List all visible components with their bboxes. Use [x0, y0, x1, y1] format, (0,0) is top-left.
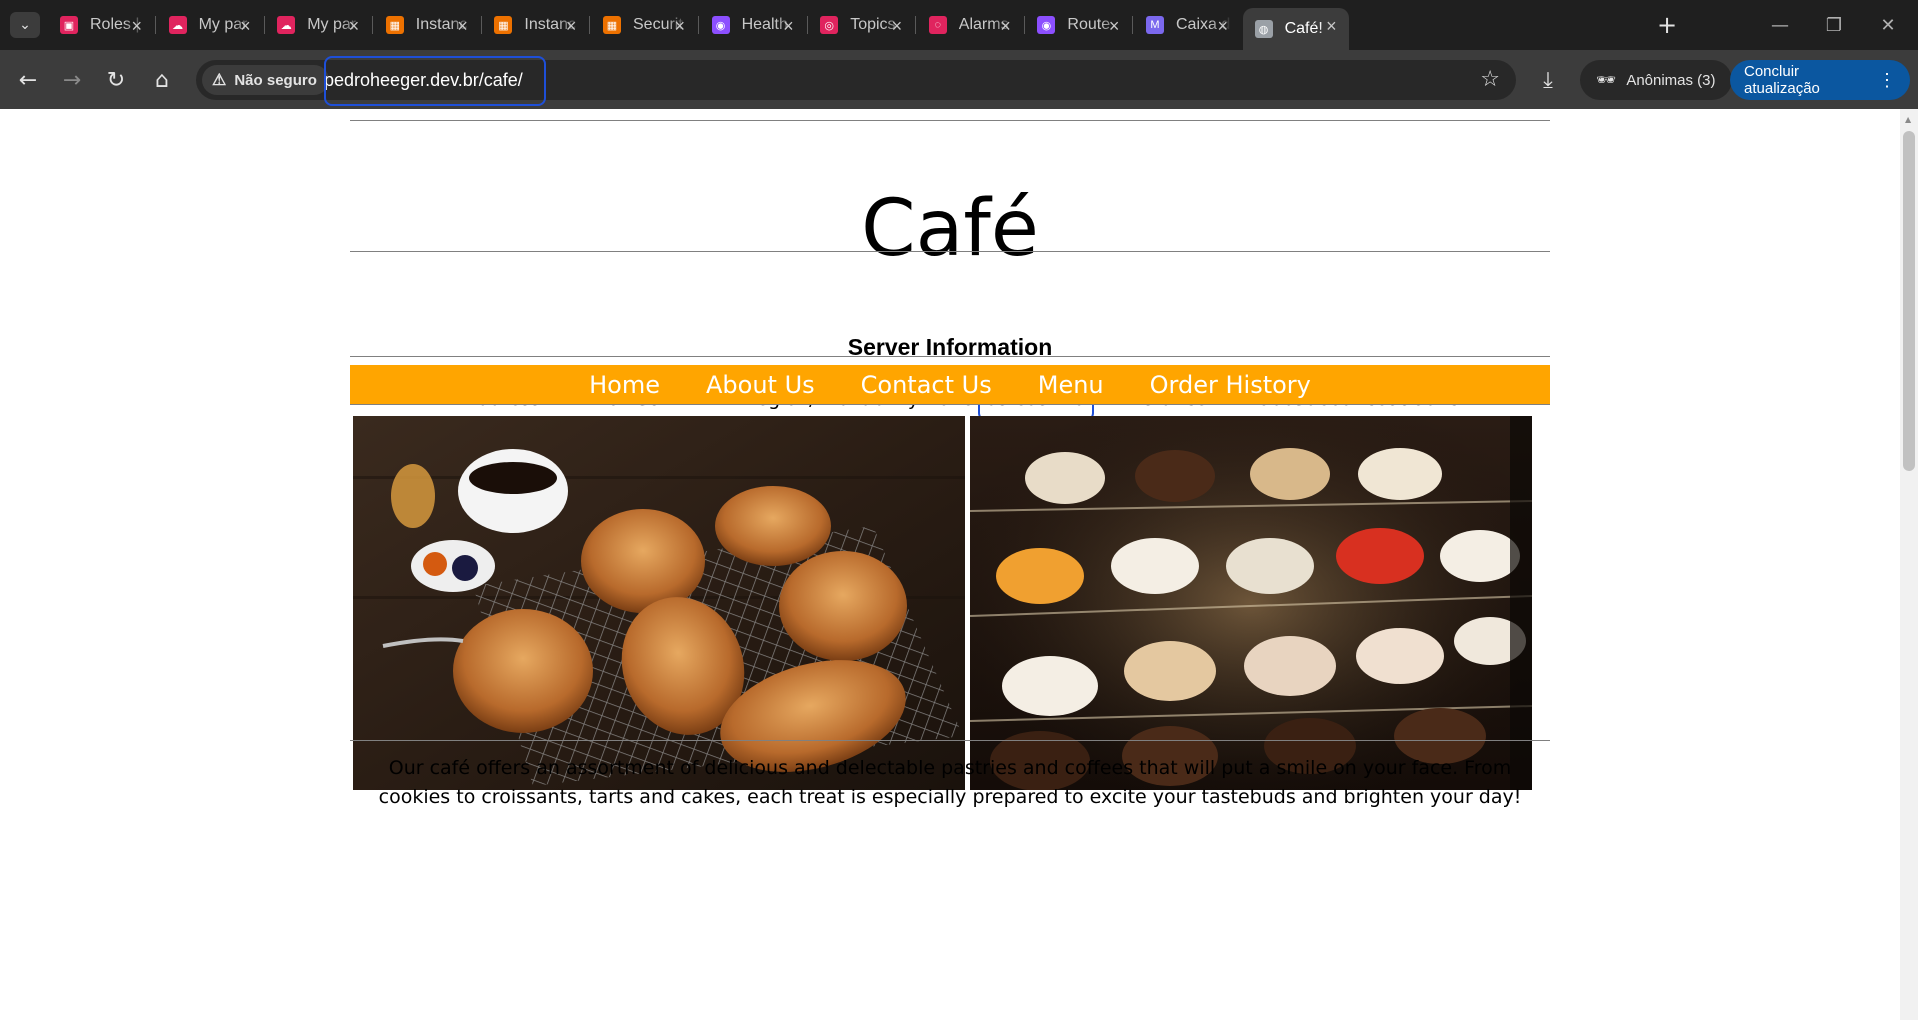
more-vert-icon[interactable]: ⋮: [1878, 70, 1896, 91]
tab-strip: ⌄ ▣ Roles | × ☁ My par × ☁ My par × ▦ Instanc × ▦ In…: [0, 0, 1918, 50]
cloudwatch-icon: ◌: [928, 16, 947, 34]
restore-icon: ❐: [1825, 14, 1843, 36]
close-tab-icon[interactable]: ×: [131, 16, 142, 37]
close-tab-icon[interactable]: ×: [783, 16, 794, 37]
restore-button[interactable]: ❐: [1814, 10, 1854, 40]
page-title: Café: [861, 184, 1039, 274]
browser-tab[interactable]: ◉ Route ×: [1025, 8, 1131, 42]
close-tab-icon[interactable]: ×: [349, 16, 360, 37]
close-window-button[interactable]: ✕: [1868, 10, 1908, 40]
cakes-display-image: [970, 416, 1532, 790]
bookmark-star-icon[interactable]: ☆: [1480, 67, 1500, 92]
nav-home[interactable]: Home: [589, 371, 660, 399]
browser-tab[interactable]: ▦ Securit ×: [591, 8, 697, 42]
cloud-icon: ☁: [277, 16, 296, 34]
cloud-icon: ☁: [168, 16, 187, 34]
nav-order-history[interactable]: Order History: [1150, 371, 1311, 399]
browser-tab[interactable]: ☁ My par ×: [265, 8, 371, 42]
back-button[interactable]: ←: [12, 64, 44, 96]
scrollbar-thumb[interactable]: [1903, 131, 1915, 471]
reload-button[interactable]: ↻: [100, 64, 132, 96]
url-annotation-box: [324, 56, 546, 106]
page-scrollbar[interactable]: ▲: [1900, 109, 1918, 1020]
close-tab-icon[interactable]: ×: [457, 16, 468, 37]
browser-tab[interactable]: ◌ Alarms ×: [917, 8, 1023, 42]
security-label: Não seguro: [234, 71, 317, 89]
tab-search-button[interactable]: ⌄: [10, 12, 40, 38]
divider: [350, 356, 1550, 357]
new-tab-button[interactable]: +: [1652, 10, 1682, 40]
warning-icon: ⚠: [212, 72, 227, 89]
minimize-button[interactable]: —: [1760, 10, 1800, 40]
divider: [350, 740, 1550, 741]
incognito-label: Anônimas (3): [1626, 71, 1716, 89]
site-navbar: Home About Us Contact Us Menu Order Hist…: [350, 365, 1550, 405]
route53-icon: ◉: [1037, 16, 1056, 34]
scroll-up-icon[interactable]: ▲: [1905, 115, 1911, 124]
nav-about-us[interactable]: About Us: [706, 371, 815, 399]
downloads-button[interactable]: ⤓: [1532, 64, 1564, 96]
close-tab-icon[interactable]: ×: [1326, 16, 1337, 37]
sns-icon: ◎: [820, 16, 839, 34]
chevron-down-icon: ⌄: [19, 17, 31, 33]
security-indicator[interactable]: ⚠ Não seguro: [202, 65, 329, 95]
close-icon: ✕: [1880, 14, 1896, 36]
arrow-left-icon: ←: [18, 67, 38, 93]
page-content: Café Server Information IP Address: 44.2…: [0, 109, 1900, 1020]
close-tab-icon[interactable]: ×: [1000, 16, 1011, 37]
browser-tab[interactable]: ▦ Instanc ×: [374, 8, 480, 42]
browser-tab[interactable]: M Caixa d ×: [1134, 8, 1240, 42]
browser-tab[interactable]: ◎ Topics ×: [808, 8, 914, 42]
download-icon: ⤓: [1543, 67, 1553, 93]
iam-icon: ▣: [60, 16, 78, 34]
arrow-right-icon: →: [62, 67, 82, 93]
route53-icon: ◉: [711, 16, 730, 34]
cafe-description: Our café offers an assortment of delicio…: [378, 757, 1522, 808]
mail-icon: M: [1146, 16, 1164, 34]
close-tab-icon[interactable]: ×: [1217, 16, 1228, 37]
browser-tab[interactable]: ☁ My par ×: [157, 8, 263, 42]
pastries-image: [353, 416, 965, 790]
incognito-button[interactable]: 🕶 Anônimas (3): [1580, 60, 1732, 100]
close-tab-icon[interactable]: ×: [240, 16, 251, 37]
ec2-icon: ▦: [385, 16, 404, 34]
plus-icon: +: [1656, 11, 1678, 39]
browser-tab[interactable]: ◉ Health ×: [700, 8, 806, 42]
update-button[interactable]: Concluir atualização ⋮: [1730, 60, 1910, 100]
forward-button[interactable]: →: [56, 64, 88, 96]
ec2-icon: ▦: [603, 16, 621, 34]
nav-menu[interactable]: Menu: [1038, 371, 1104, 399]
reload-icon: ↻: [106, 67, 126, 93]
nav-contact-us[interactable]: Contact Us: [861, 371, 992, 399]
home-button[interactable]: ⌂: [146, 64, 178, 96]
browser-tab[interactable]: ▣ Roles | ×: [48, 8, 154, 42]
home-icon: ⌂: [155, 67, 169, 93]
browser-tab[interactable]: ▦ Instanc ×: [482, 8, 588, 42]
close-tab-icon[interactable]: ×: [674, 16, 685, 37]
globe-icon: ◍: [1254, 20, 1273, 38]
close-tab-icon[interactable]: ×: [1109, 16, 1120, 37]
browser-tab[interactable]: ◍ Café! ×: [1242, 8, 1349, 50]
minimize-icon: —: [1771, 14, 1789, 36]
incognito-icon: 🕶: [1596, 72, 1617, 89]
browser-toolbar: ← → ↻ ⌂ ⚠ Não seguro pedroheeger.dev.br/…: [0, 50, 1918, 109]
divider: [350, 251, 1550, 252]
close-tab-icon[interactable]: ×: [892, 16, 903, 37]
close-tab-icon[interactable]: ×: [566, 16, 577, 37]
ec2-icon: ▦: [494, 16, 513, 34]
update-label: Concluir atualização: [1744, 63, 1820, 97]
divider: [350, 404, 1550, 405]
divider: [350, 120, 1550, 121]
